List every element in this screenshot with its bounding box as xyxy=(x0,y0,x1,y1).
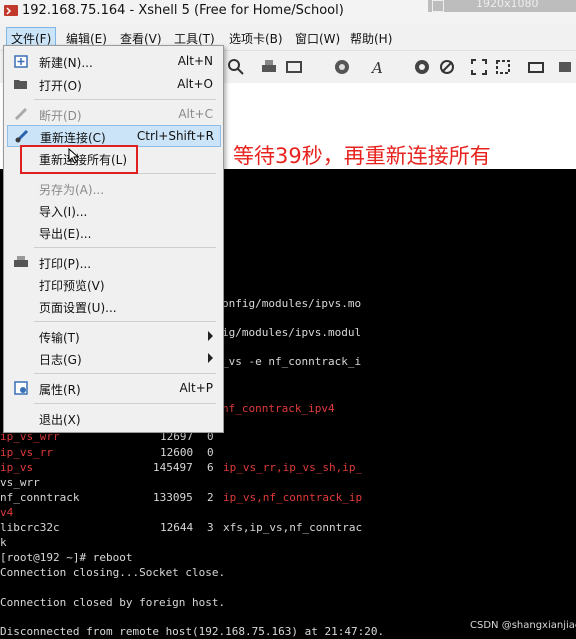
module-used: 2 xyxy=(207,491,214,504)
resolution-text: 1920x1080 xyxy=(476,0,539,10)
lock-icon[interactable] xyxy=(438,58,456,76)
watermark: CSDN @shangxianjiao xyxy=(470,620,576,631)
module-wrap: k xyxy=(0,536,7,549)
menu-separator xyxy=(34,321,216,322)
terminal-line: Connection closed by foreign host. xyxy=(0,596,226,609)
window-title: 192.168.75.164 - Xshell 5 (Free for Home… xyxy=(22,3,344,18)
module-deps: xfs,ip_vs,nf_conntrac xyxy=(223,521,363,534)
menu-label: 新建(N)... xyxy=(39,56,93,70)
module-wrap: v4 xyxy=(0,506,14,519)
menu-item-print[interactable]: 打印(P)... xyxy=(7,252,219,272)
terminal-line: _vs -e nf_conntrack_i xyxy=(222,355,362,368)
annotation-text: 等待39秒，再重新连接所有 xyxy=(233,144,491,168)
xftp-icon[interactable] xyxy=(413,58,431,76)
module-size: 133095 xyxy=(153,491,193,504)
menu-item-page-setup[interactable]: 页面设置(U)... xyxy=(7,296,219,316)
menu-item-reconnect[interactable]: 重新连接(C) Ctrl+Shift+R xyxy=(7,125,221,147)
terminal-line: Disconnected from remote host(192.168.75… xyxy=(0,625,385,638)
menu-separator xyxy=(34,403,216,404)
module-used: 6 xyxy=(207,461,214,474)
reconnect-icon xyxy=(15,129,29,143)
folder-open-icon xyxy=(14,80,27,89)
menu-item-new[interactable]: 新建(N)... Alt+N xyxy=(7,51,219,71)
submenu-arrow-icon xyxy=(208,331,213,341)
menu-tabs[interactable]: 选项卡(B) xyxy=(229,30,283,47)
menu-separator xyxy=(34,373,216,374)
keyboard-icon[interactable] xyxy=(527,58,545,76)
window-icon xyxy=(432,0,444,12)
menu-label: 退出(X) xyxy=(39,413,81,427)
terminal-line: Connection closing...Socket close. xyxy=(0,566,226,579)
disconnect-icon xyxy=(14,107,28,121)
menu-separator xyxy=(34,99,216,100)
menu-label: 导入(I)... xyxy=(39,205,88,219)
menu-item-import[interactable]: 导入(I)... xyxy=(7,200,219,220)
menu-item-properties[interactable]: 属性(R) Alt+P xyxy=(7,378,219,398)
fullscreen-icon[interactable] xyxy=(470,58,488,76)
svg-text:A: A xyxy=(370,59,383,76)
print-icon xyxy=(14,256,28,267)
module-name: ip_vs_rr xyxy=(0,446,53,459)
menu-item-open[interactable]: 打开(O) Alt+O xyxy=(7,74,219,94)
file-menu: 新建(N)... Alt+N 打开(O) Alt+O 断开(D) Alt+C 重… xyxy=(3,45,224,433)
menu-separator xyxy=(34,247,216,248)
terminal-prompt: [root@192 ~]# reboot xyxy=(0,551,133,564)
menu-item-export[interactable]: 导出(E)... xyxy=(7,222,219,242)
mouse-cursor-icon xyxy=(68,148,80,164)
module-size: 12600 xyxy=(160,446,194,459)
resize-icon[interactable] xyxy=(494,58,512,76)
menu-item-exit[interactable]: 退出(X) xyxy=(7,408,219,428)
menu-label: 另存为(A)... xyxy=(39,183,105,197)
menu-label: 传输(T) xyxy=(39,331,80,345)
search-icon[interactable] xyxy=(227,58,245,76)
menu-shortcut: Alt+P xyxy=(179,381,213,395)
module-deps: ip_vs_rr,ip_vs_sh,ip_ xyxy=(223,461,363,474)
menu-label: 打开(O) xyxy=(39,79,82,93)
submenu-arrow-icon xyxy=(208,353,213,363)
module-name: ip_vs xyxy=(0,461,34,474)
module-size: 12644 xyxy=(160,521,194,534)
menu-label: 导出(E)... xyxy=(39,227,92,241)
module-size: 145497 xyxy=(153,461,193,474)
menu-label: 断开(D) xyxy=(39,109,82,123)
menu-label: 重新连接(C) xyxy=(40,131,106,145)
title-bar: 192.168.75.164 - Xshell 5 (Free for Home… xyxy=(0,0,576,24)
module-used: 3 xyxy=(207,521,214,534)
new-session-icon xyxy=(14,55,28,68)
menu-item-transfer[interactable]: 传输(T) xyxy=(7,326,219,346)
transfer-icon[interactable] xyxy=(285,58,303,76)
font-icon[interactable]: A xyxy=(369,58,387,76)
module-deps: ip_vs,nf_conntrack_ip xyxy=(223,491,363,504)
module-name: nf_conntrack xyxy=(0,491,80,504)
terminal-line: onfig/modules/ipvs.mo xyxy=(222,297,362,310)
menu-label: 打印预览(V) xyxy=(39,279,105,293)
menu-shortcut: Ctrl+Shift+R xyxy=(136,129,214,143)
menu-label: 属性(R) xyxy=(39,383,81,397)
terminal-line: nf_conntrack_ipv4 xyxy=(222,402,335,415)
menu-label: 打印(P)... xyxy=(39,257,92,271)
menu-item-save-as[interactable]: 另存为(A)... xyxy=(7,178,219,198)
menu-shortcut: Alt+C xyxy=(178,107,213,121)
resolution-badge: 1920x1080 xyxy=(428,0,576,12)
module-name: libcrc32c xyxy=(0,521,60,534)
globe-icon[interactable] xyxy=(333,58,351,76)
menu-shortcut: Alt+O xyxy=(177,77,213,91)
menu-label: 日志(G) xyxy=(39,353,82,367)
module-used: 0 xyxy=(207,446,214,459)
properties-icon xyxy=(14,381,28,395)
menu-item-disconnect[interactable]: 断开(D) Alt+C xyxy=(7,104,219,124)
menu-label: 页面设置(U)... xyxy=(39,301,117,315)
xshell-app-icon xyxy=(4,5,18,16)
module-wrap: vs_wrr xyxy=(0,476,40,489)
menu-window[interactable]: 窗口(W) xyxy=(295,30,340,47)
print-icon[interactable] xyxy=(260,58,278,76)
compose-icon[interactable] xyxy=(556,58,574,76)
menu-item-log[interactable]: 日志(G) xyxy=(7,348,219,368)
menu-shortcut: Alt+N xyxy=(177,54,213,68)
menu-item-print-preview[interactable]: 打印预览(V) xyxy=(7,274,219,294)
terminal-line: ig/modules/ipvs.modul xyxy=(222,326,362,339)
menu-help[interactable]: 帮助(H) xyxy=(350,30,392,47)
